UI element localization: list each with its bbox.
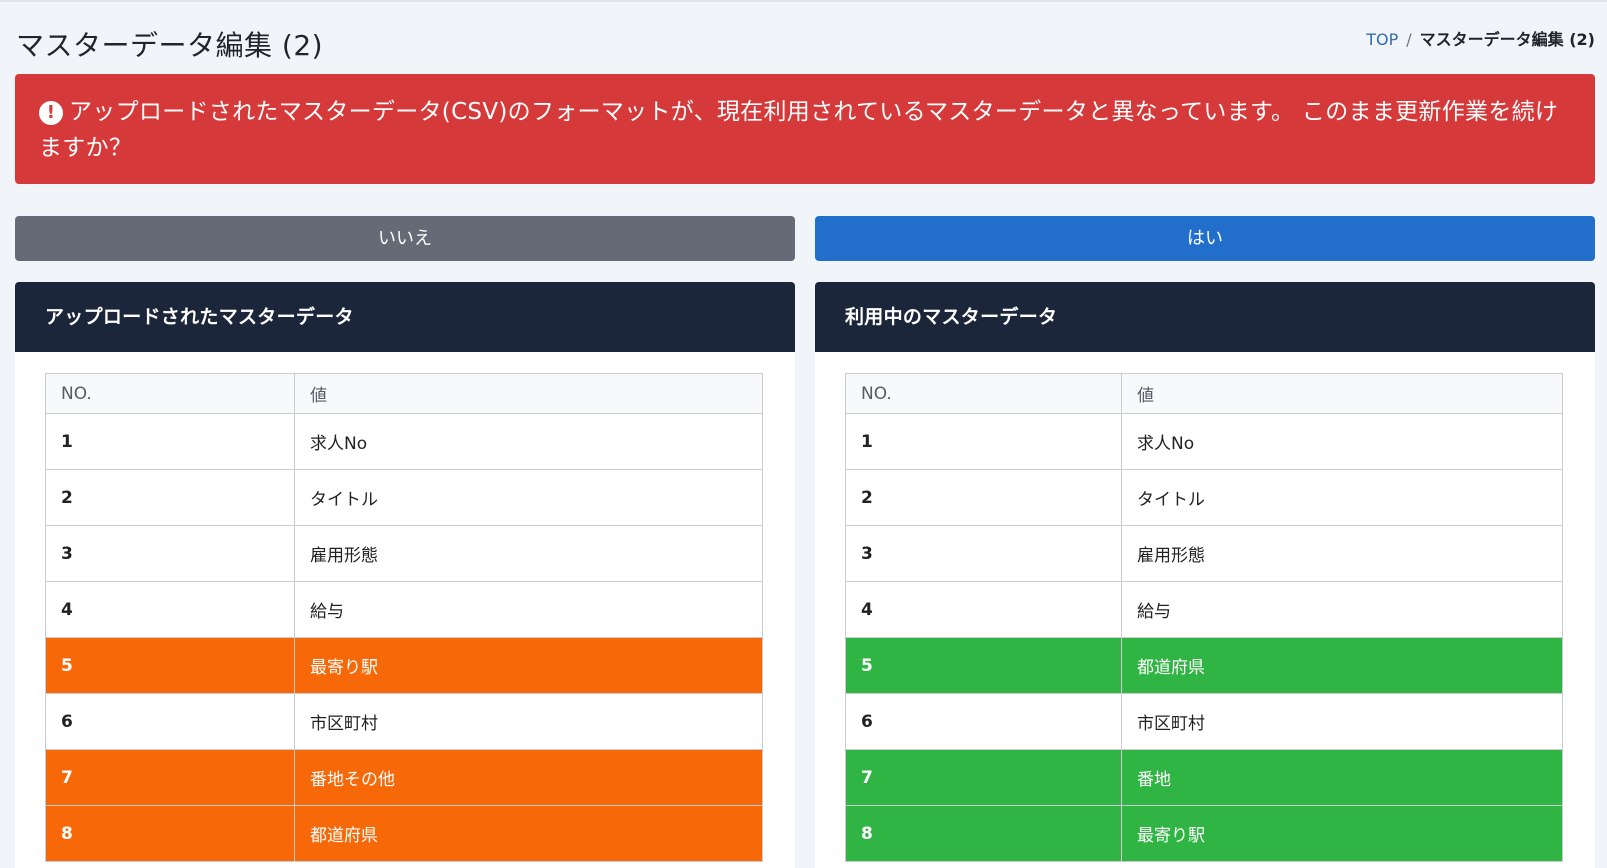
table-row: 5 最寄り駅 [45,637,763,694]
row-number: 5 [845,637,1122,694]
row-value: 都道府県 [294,805,763,862]
table-row: 8 最寄り駅 [845,805,1563,862]
column-header-value: 値 [294,373,763,414]
current-panel-title: 利用中のマスターデータ [815,282,1595,352]
table-row: 6 市区町村 [45,693,763,750]
breadcrumb-current: マスターデータ編集 (2) [1419,30,1595,49]
table-row: 3 雇用形態 [845,525,1563,582]
table-row: 8 都道府県 [45,805,763,862]
row-number: 6 [45,693,295,750]
row-number: 4 [845,581,1122,638]
table-row: 6 市区町村 [845,693,1563,750]
row-number: 7 [45,749,295,806]
breadcrumb-separator: / [1406,30,1412,49]
table-header-row: NO. 値 [45,373,763,414]
current-master-table: NO. 値 1 求人No 2 タイトル 3 雇用形態 4 給与 5 都道府県 6 市区町村 7 番地 8 最寄… [845,373,1563,862]
row-value: 最寄り駅 [1121,805,1563,862]
table-row: 2 タイトル [45,469,763,526]
row-number: 5 [45,637,295,694]
uploaded-master-panel: アップロードされたマスターデータ NO. 値 1 求人No 2 タイトル 3 雇用形態 4 給… [15,282,795,868]
row-value: 都道府県 [1121,637,1563,694]
row-value: 雇用形態 [294,525,763,582]
row-value: 番地その他 [294,749,763,806]
row-number: 2 [45,469,295,526]
row-number: 8 [845,805,1122,862]
row-value: 番地 [1121,749,1563,806]
row-value: 市区町村 [1121,693,1563,750]
no-button[interactable]: いいえ [15,216,795,261]
page-title: マスターデータ編集 (2) [16,29,324,62]
row-number: 1 [45,413,295,470]
row-number: 4 [45,581,295,638]
row-number: 7 [845,749,1122,806]
page: マスターデータ編集 (2) TOP / マスターデータ編集 (2) ! アップロードさ… [0,0,1607,868]
table-row: 3 雇用形態 [45,525,763,582]
row-number: 1 [845,413,1122,470]
table-header-row: NO. 値 [845,373,1563,414]
format-mismatch-alert: ! アップロードされたマスターデータ(CSV)のフォーマットが、現在利用されている… [15,74,1595,184]
row-value: 求人No [294,413,763,470]
row-number: 6 [845,693,1122,750]
table-row: 1 求人No [845,413,1563,470]
row-value: 給与 [1121,581,1563,638]
column-header-value: 値 [1121,373,1563,414]
table-row: 7 番地その他 [45,749,763,806]
alert-message: アップロードされたマスターデータ(CSV)のフォーマットが、現在利用されているマ… [39,99,1559,161]
breadcrumb: TOP / マスターデータ編集 (2) [1366,26,1595,50]
uploaded-table-body: 1 求人No 2 タイトル 3 雇用形態 4 給与 5 最寄り駅 6 市区町村 7 番地その他 8 都道府県 [45,413,763,862]
uploaded-master-table: NO. 値 1 求人No 2 タイトル 3 雇用形態 4 給与 5 最寄り駅 6 市区町村 7 番地その他… [45,373,763,862]
exclamation-icon: ! [39,101,63,125]
current-table-body: 1 求人No 2 タイトル 3 雇用形態 4 給与 5 都道府県 6 市区町村 7 番地 8 最寄り駅 [845,413,1563,862]
table-row: 7 番地 [845,749,1563,806]
table-row: 4 給与 [845,581,1563,638]
table-row: 2 タイトル [845,469,1563,526]
row-value: 求人No [1121,413,1563,470]
row-value: 給与 [294,581,763,638]
confirm-button-group: いいえ はい [15,216,1595,261]
breadcrumb-link-top[interactable]: TOP [1366,30,1398,49]
table-row: 1 求人No [45,413,763,470]
row-value: 雇用形態 [1121,525,1563,582]
row-value: タイトル [1121,469,1563,526]
row-number: 3 [845,525,1122,582]
row-value: タイトル [294,469,763,526]
uploaded-panel-title: アップロードされたマスターデータ [15,282,795,352]
row-value: 市区町村 [294,693,763,750]
row-number: 3 [45,525,295,582]
yes-button[interactable]: はい [815,216,1595,261]
row-number: 8 [45,805,295,862]
column-header-no: NO. [45,373,295,414]
page-header: マスターデータ編集 (2) TOP / マスターデータ編集 (2) [15,22,1595,66]
table-row: 5 都道府県 [845,637,1563,694]
current-master-panel: 利用中のマスターデータ NO. 値 1 求人No 2 タイトル 3 雇用形態 4 給与 5 都道府… [815,282,1595,868]
column-header-no: NO. [845,373,1122,414]
row-number: 2 [845,469,1122,526]
row-value: 最寄り駅 [294,637,763,694]
table-row: 4 給与 [45,581,763,638]
